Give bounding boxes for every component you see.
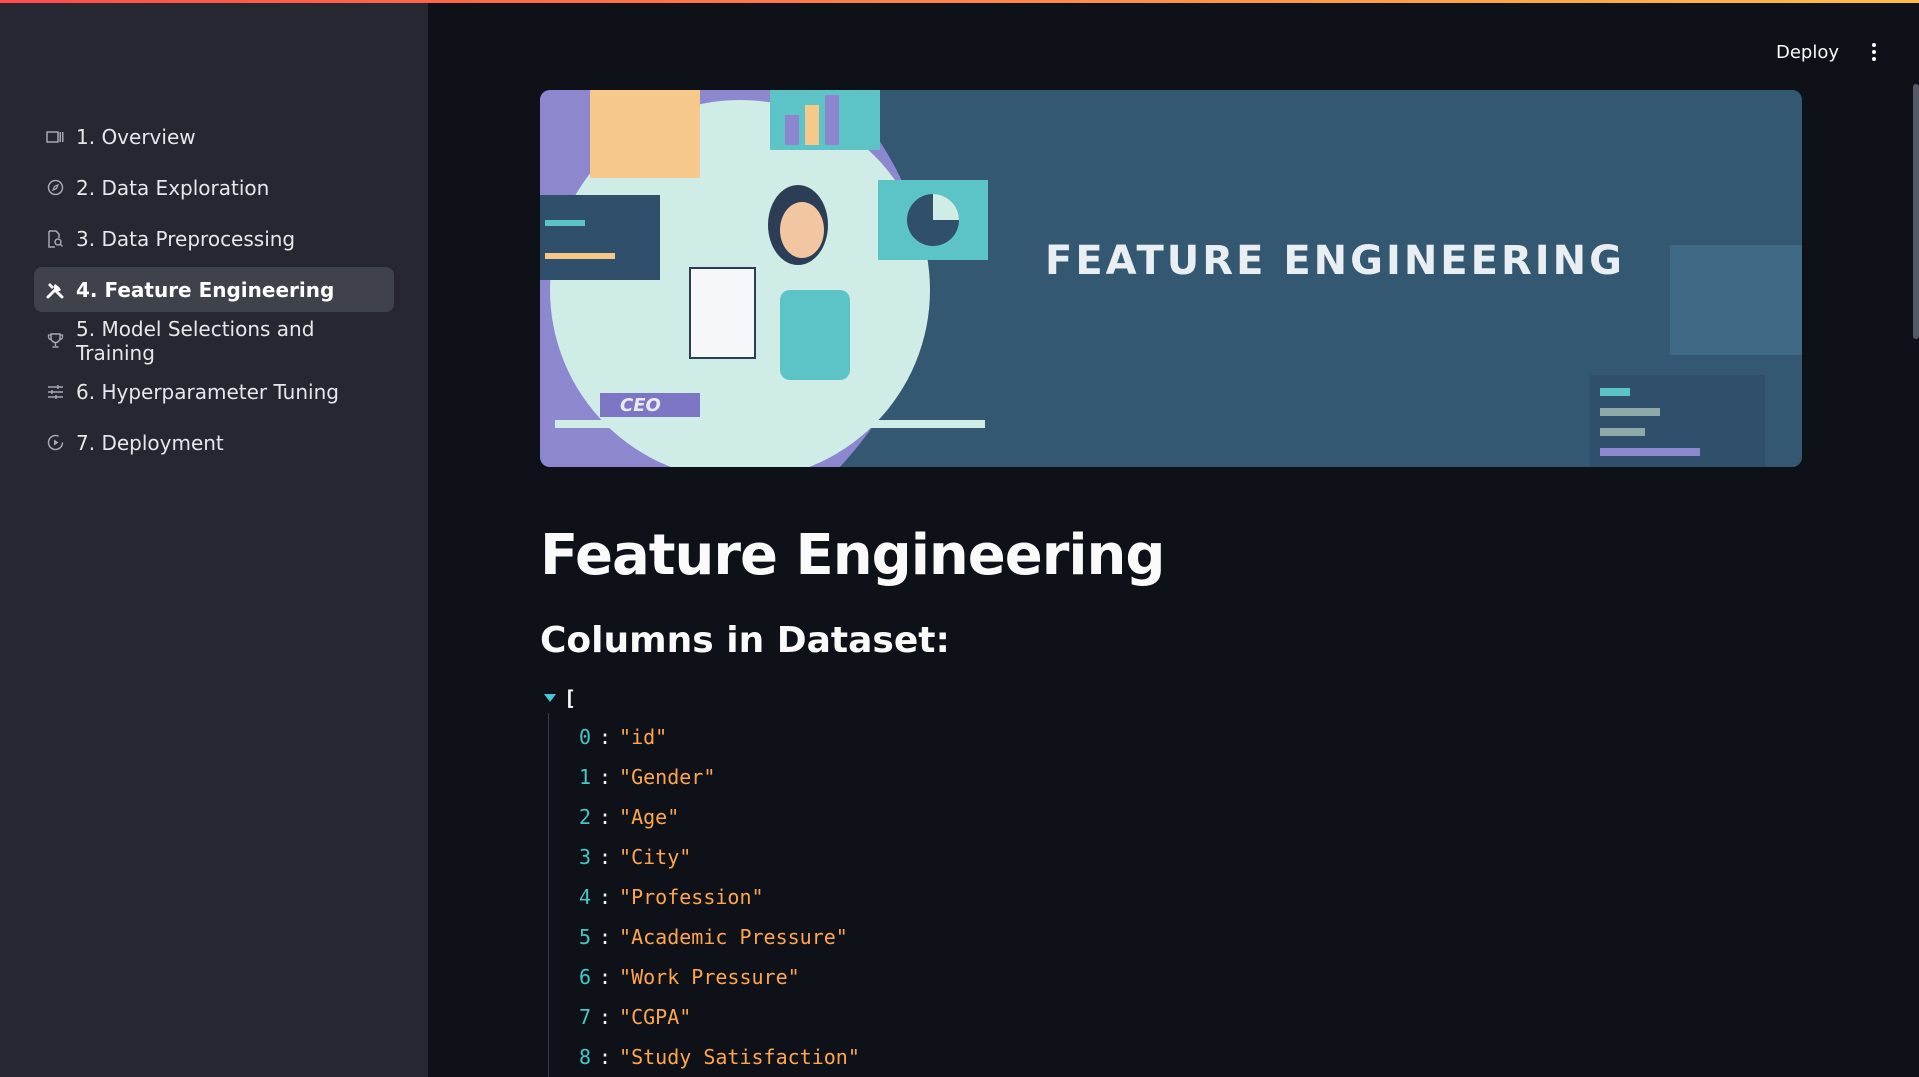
sidebar-item-label: 5. Model Selections and Training	[76, 316, 315, 365]
json-value: "CGPA"	[619, 1005, 692, 1029]
json-value: "Gender"	[619, 765, 716, 789]
json-index: 4	[578, 885, 591, 909]
sidebar-item-label: 2. Data Exploration	[76, 175, 270, 200]
json-separator: :	[599, 765, 612, 789]
json-index: 7	[578, 1005, 591, 1029]
json-list: 0 : "id" 1 : "Gender" 2 : "Age" 3 : "Cit…	[548, 713, 1802, 1077]
json-value: "City"	[619, 845, 692, 869]
main-content: CEO FEATURE ENGINEERING Feature Engineer…	[540, 90, 1802, 1077]
banner-badge-text: CEO	[620, 395, 661, 416]
json-index: 1	[578, 765, 591, 789]
sidebar-nav: 1. Overview 2. Data Exploration 3. Data …	[34, 114, 394, 471]
json-value: "Work Pressure"	[619, 965, 800, 989]
trophy-icon	[46, 332, 64, 350]
sidebar-item-overview[interactable]: 1. Overview	[34, 114, 394, 159]
json-viewer: [ 0 : "id" 1 : "Gender" 2 : "Age" 3 : "C…	[540, 683, 1802, 1077]
json-separator: :	[599, 965, 612, 989]
json-separator: :	[599, 845, 612, 869]
list-item: 5 : "Academic Pressure"	[577, 917, 1802, 957]
banner-image: CEO FEATURE ENGINEERING	[540, 90, 1802, 467]
document-search-icon	[46, 229, 64, 248]
json-value: "Profession"	[619, 885, 764, 909]
list-item: 8 : "Study Satisfaction"	[577, 1037, 1802, 1077]
deploy-button[interactable]: Deploy	[1776, 42, 1839, 63]
scrollbar[interactable]	[1913, 84, 1919, 339]
json-separator: :	[599, 1005, 612, 1029]
json-value: "Study Satisfaction"	[619, 1045, 860, 1069]
sidebar: 1. Overview 2. Data Exploration 3. Data …	[0, 0, 428, 1077]
compass-icon	[46, 179, 64, 197]
json-separator: :	[599, 925, 612, 949]
section-subheading: Columns in Dataset:	[540, 620, 950, 661]
list-item: 7 : "CGPA"	[577, 997, 1802, 1037]
json-value: "Age"	[619, 805, 680, 829]
header-actions: Deploy	[1719, 32, 1919, 72]
sliders-icon	[46, 383, 64, 401]
sidebar-item-label: 6. Hyperparameter Tuning	[76, 379, 339, 404]
sidebar-item-deployment[interactable]: 7. Deployment	[34, 420, 394, 465]
sidebar-item-data-preprocessing[interactable]: 3. Data Preprocessing	[34, 216, 394, 261]
list-item: 2 : "Age"	[577, 797, 1802, 837]
collapse-caret-icon[interactable]	[544, 694, 556, 702]
json-open-bracket: [	[564, 686, 577, 710]
slideshow-icon	[46, 128, 64, 146]
json-value: "Academic Pressure"	[619, 925, 848, 949]
json-separator: :	[599, 1045, 612, 1069]
play-circle-icon	[46, 434, 64, 452]
sidebar-item-feature-engineering[interactable]: 4. Feature Engineering	[34, 267, 394, 312]
list-item: 4 : "Profession"	[577, 877, 1802, 917]
sidebar-item-data-exploration[interactable]: 2. Data Exploration	[34, 165, 394, 210]
json-separator: :	[599, 805, 612, 829]
json-index: 3	[578, 845, 591, 869]
json-value: "id"	[619, 725, 668, 749]
list-item: 3 : "City"	[577, 837, 1802, 877]
json-index: 5	[578, 925, 591, 949]
json-index: 8	[578, 1045, 591, 1069]
sidebar-item-label: 1. Overview	[76, 124, 196, 149]
json-separator: :	[599, 725, 612, 749]
list-item: 0 : "id"	[577, 717, 1802, 757]
sidebar-item-label: 3. Data Preprocessing	[76, 226, 296, 251]
banner-title: FEATURE ENGINEERING	[1045, 238, 1625, 284]
top-accent-bar	[0, 0, 1919, 3]
json-index: 2	[578, 805, 591, 829]
json-index: 6	[578, 965, 591, 989]
json-index: 0	[578, 725, 591, 749]
sidebar-item-label: 7. Deployment	[76, 430, 224, 455]
page-title: Feature Engineering	[540, 523, 1165, 588]
tools-icon	[46, 281, 64, 299]
list-item: 1 : "Gender"	[577, 757, 1802, 797]
json-separator: :	[599, 885, 612, 909]
sidebar-item-hyperparameter-tuning[interactable]: 6. Hyperparameter Tuning	[34, 369, 394, 414]
more-vertical-icon[interactable]	[1869, 43, 1879, 61]
list-item: 6 : "Work Pressure"	[577, 957, 1802, 997]
sidebar-item-model-selections[interactable]: 5. Model Selections and Training	[34, 316, 394, 365]
sidebar-item-label: 4. Feature Engineering	[76, 277, 335, 302]
